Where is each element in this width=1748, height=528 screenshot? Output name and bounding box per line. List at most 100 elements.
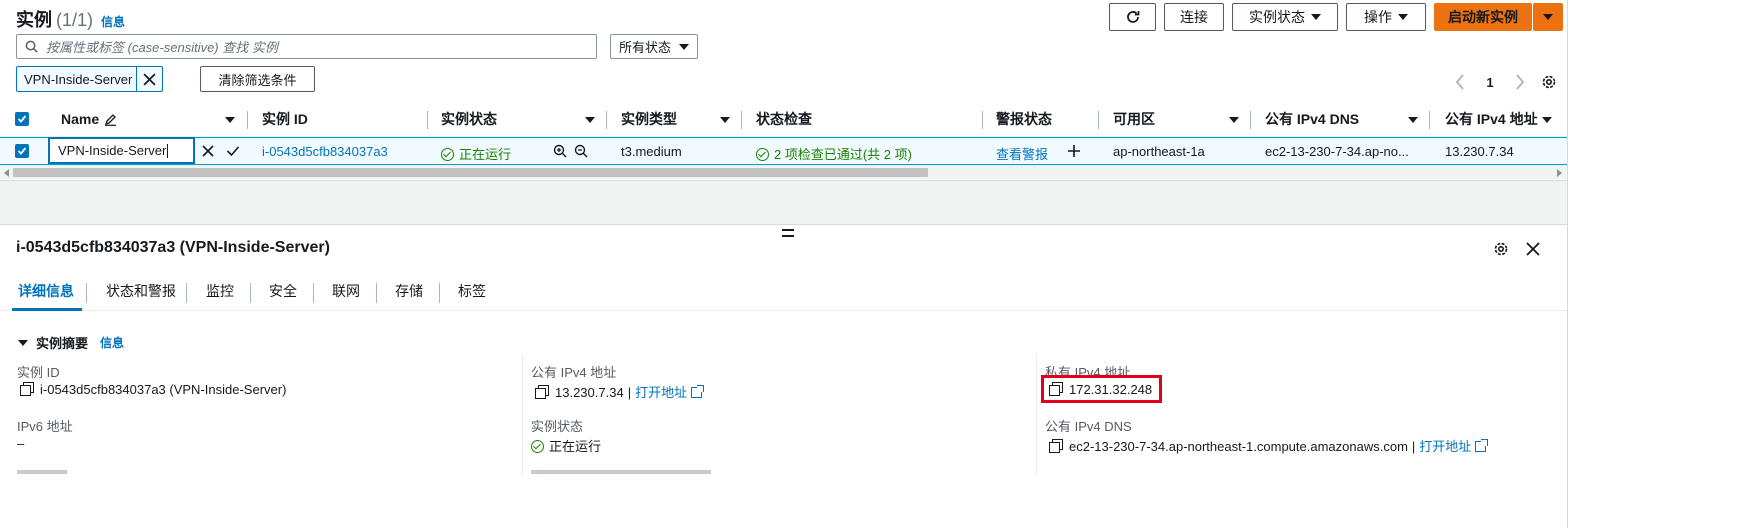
refresh-button[interactable] bbox=[1109, 3, 1156, 31]
sort-icon[interactable] bbox=[1229, 117, 1239, 123]
copy-icon[interactable] bbox=[535, 385, 549, 399]
tab-details[interactable]: 详细信息 bbox=[18, 271, 74, 311]
plus-icon[interactable] bbox=[1067, 144, 1081, 158]
search-input[interactable]: 按属性或标签 (case-sensitive) 查找 实例 bbox=[46, 37, 278, 56]
success-icon bbox=[531, 440, 544, 453]
chevron-down-icon bbox=[1311, 14, 1321, 20]
external-link-icon bbox=[1475, 439, 1489, 452]
view-alarms-link[interactable]: 查看警报 bbox=[996, 144, 1048, 163]
panel-settings-gear-icon[interactable] bbox=[1493, 241, 1509, 257]
success-icon bbox=[756, 148, 769, 161]
sort-icon[interactable] bbox=[225, 117, 235, 123]
instance-state-button[interactable]: 实例状态 bbox=[1232, 3, 1338, 31]
connect-button[interactable]: 连接 bbox=[1164, 3, 1224, 31]
truncated-label bbox=[17, 466, 77, 474]
success-icon bbox=[441, 148, 454, 161]
public-ipv4-label: 公有 IPv4 地址 bbox=[531, 365, 617, 380]
info-link[interactable]: 信息 bbox=[101, 13, 125, 30]
section-info-link[interactable]: 信息 bbox=[100, 334, 124, 351]
col-header-type[interactable]: 实例类型 bbox=[621, 101, 677, 137]
col-header-instance-id[interactable]: 实例 ID bbox=[262, 101, 308, 137]
scrollbar-thumb[interactable] bbox=[13, 168, 928, 177]
close-icon[interactable] bbox=[137, 72, 162, 86]
sort-icon[interactable] bbox=[585, 117, 595, 123]
zoom-out-icon[interactable] bbox=[574, 144, 588, 158]
instance-id-value: i-0543d5cfb834037a3 (VPN-Inside-Server) bbox=[20, 382, 286, 397]
pagination: 1 bbox=[1455, 72, 1525, 92]
sort-icon[interactable] bbox=[1542, 117, 1552, 123]
status-check-cell: 2 项检查已通过(共 2 项) bbox=[756, 144, 912, 163]
tab-tags[interactable]: 标签 bbox=[458, 271, 486, 311]
resize-handle[interactable] bbox=[782, 229, 794, 237]
settings-gear-icon[interactable] bbox=[1541, 74, 1557, 90]
scroll-left-icon[interactable] bbox=[4, 169, 9, 177]
tab-networking[interactable]: 联网 bbox=[332, 271, 360, 311]
table-row[interactable]: VPN-Inside-Server i-0543d5cfb834037a3 正在… bbox=[0, 137, 1568, 165]
state-value: 正在运行 bbox=[531, 436, 601, 455]
confirm-edit-icon[interactable] bbox=[226, 144, 240, 158]
sort-icon[interactable] bbox=[720, 117, 730, 123]
section-header[interactable]: 实例摘要 信息 bbox=[18, 333, 124, 352]
horizontal-scrollbar[interactable] bbox=[0, 165, 1568, 179]
column-divider bbox=[522, 355, 523, 475]
truncated-label bbox=[531, 466, 731, 474]
copy-icon[interactable] bbox=[1049, 382, 1063, 396]
cancel-edit-icon[interactable] bbox=[201, 144, 215, 158]
tab-security[interactable]: 安全 bbox=[269, 271, 297, 311]
instance-id-label: 实例 ID bbox=[17, 365, 60, 380]
launch-instance-dropdown[interactable] bbox=[1533, 3, 1563, 31]
private-ipv4-value: 172.31.32.248 bbox=[1049, 382, 1152, 397]
page-right-edge bbox=[1567, 0, 1568, 528]
col-header-alarm[interactable]: 警报状态 bbox=[996, 101, 1052, 137]
col-header-az[interactable]: 可用区 bbox=[1113, 101, 1155, 137]
instance-type-cell: t3.medium bbox=[621, 144, 682, 159]
tab-storage[interactable]: 存储 bbox=[395, 271, 423, 311]
page-number[interactable]: 1 bbox=[1486, 75, 1493, 90]
close-panel-icon[interactable] bbox=[1526, 242, 1540, 256]
chevron-right-icon[interactable] bbox=[1515, 74, 1525, 90]
edit-pencil-icon bbox=[105, 113, 117, 126]
col-header-dns[interactable]: 公有 IPv4 DNS bbox=[1265, 101, 1359, 137]
tab-status-alarms[interactable]: 状态和警报 bbox=[106, 271, 176, 311]
col-header-status-check[interactable]: 状态检查 bbox=[756, 101, 812, 137]
open-address-link[interactable]: 打开地址 bbox=[635, 385, 687, 400]
az-cell: ap-northeast-1a bbox=[1113, 144, 1205, 159]
split-panel-gap bbox=[0, 180, 1568, 225]
external-link-icon bbox=[691, 385, 705, 398]
col-header-ipv4[interactable]: 公有 IPv4 地址 bbox=[1445, 101, 1538, 137]
row-checkbox[interactable] bbox=[15, 144, 29, 158]
actions-button[interactable]: 操作 bbox=[1346, 3, 1426, 31]
status-filter-select[interactable]: 所有状态 bbox=[610, 34, 698, 59]
copy-icon[interactable] bbox=[20, 382, 34, 396]
instance-count: (1/1) bbox=[56, 10, 94, 30]
open-address-link[interactable]: 打开地址 bbox=[1419, 439, 1471, 454]
filter-token-label: VPN-Inside-Server bbox=[17, 67, 137, 91]
zoom-in-icon[interactable] bbox=[553, 144, 567, 158]
ipv6-label: IPv6 地址 bbox=[17, 419, 73, 434]
table-header: Name 实例 ID 实例状态 实例类型 状态检查 警报状态 可用区 公有 IP… bbox=[0, 101, 1568, 137]
chevron-left-icon[interactable] bbox=[1455, 74, 1465, 90]
instances-table: Name 实例 ID 实例状态 实例类型 状态检查 警报状态 可用区 公有 IP… bbox=[0, 101, 1568, 181]
public-ipv4-value: 13.230.7.34 | 打开地址 bbox=[535, 382, 705, 401]
tab-monitoring[interactable]: 监控 bbox=[206, 271, 234, 311]
search-box[interactable]: 按属性或标签 (case-sensitive) 查找 实例 bbox=[16, 34, 597, 59]
active-tab-indicator bbox=[12, 308, 82, 311]
public-dns-value: ec2-13-230-7-34.ap-northeast-1.compute.a… bbox=[1049, 436, 1489, 455]
sort-icon[interactable] bbox=[1408, 117, 1418, 123]
instance-id-link[interactable]: i-0543d5cfb834037a3 bbox=[262, 144, 388, 159]
copy-icon[interactable] bbox=[1049, 439, 1063, 453]
select-all-checkbox[interactable] bbox=[15, 112, 29, 126]
clear-filters-button[interactable]: 清除筛选条件 bbox=[200, 66, 315, 92]
scroll-right-icon[interactable] bbox=[1557, 169, 1562, 177]
state-label: 实例状态 bbox=[531, 419, 584, 434]
ipv6-value: – bbox=[17, 436, 25, 451]
detail-title: i-0543d5cfb834037a3 (VPN-Inside-Server) bbox=[16, 239, 330, 256]
col-header-state[interactable]: 实例状态 bbox=[441, 101, 497, 137]
launch-instance-button[interactable]: 启动新实例 bbox=[1434, 3, 1532, 31]
refresh-icon bbox=[1126, 11, 1139, 23]
col-header-name[interactable]: Name bbox=[61, 101, 117, 137]
ipv4-cell: 13.230.7.34 bbox=[1445, 144, 1514, 159]
name-edit-input[interactable]: VPN-Inside-Server bbox=[49, 138, 194, 163]
section-title: 实例摘要 bbox=[36, 336, 89, 351]
page-title: 实例 bbox=[16, 10, 52, 30]
